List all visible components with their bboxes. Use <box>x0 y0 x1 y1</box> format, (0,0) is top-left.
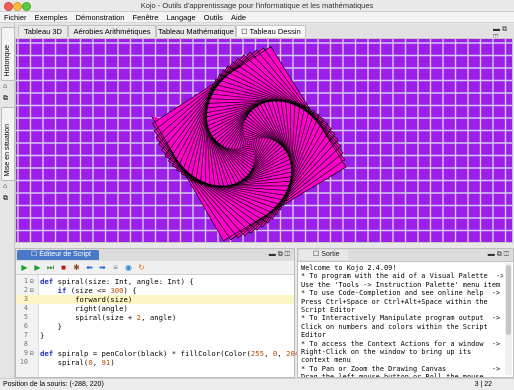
output-title-text: Sortie <box>321 251 340 258</box>
menu-demonstration[interactable]: Démonstration <box>72 12 127 22</box>
line-number: 8 <box>23 340 28 348</box>
scrollbar-thumb[interactable] <box>506 265 511 335</box>
output-window-controls[interactable]: ▬ ⧉ ◫ <box>488 251 509 259</box>
output-header: ☐ Sortie ▬ ⧉ ◫ <box>298 249 513 262</box>
line-number: 2 <box>23 286 28 294</box>
code-line[interactable]: 7} <box>16 331 294 340</box>
code-line[interactable]: 8 <box>16 340 294 349</box>
code-line[interactable]: 1 ⊟ def spiral(size: Int, angle: Int) { <box>16 277 294 286</box>
tab-3d[interactable]: Tableau 3D <box>18 25 68 37</box>
status-bar: Position de la souris: (-288, 220) 3 | 2… <box>0 378 514 390</box>
menu-fichier[interactable]: Fichier <box>0 12 29 22</box>
editor-window-controls[interactable]: ▬ ⧉ ◫ <box>269 251 290 259</box>
mouse-position: Position de la souris: (-288, 220) <box>3 381 104 388</box>
tab-dessin[interactable]: ☐ Tableau Dessin <box>236 25 306 37</box>
editor-title: ☐ Éditeur de Script <box>17 250 99 260</box>
drawing-canvas[interactable] <box>15 38 513 243</box>
menu-bar: Fichier Exemples Démonstration Fenêtre L… <box>0 12 514 23</box>
code-text: } <box>40 322 62 331</box>
code-text: } <box>40 331 45 340</box>
line-number: 5 <box>23 313 28 321</box>
code-text: forward(size) <box>40 295 133 304</box>
code-text: if (size <= 300) { <box>57 286 137 295</box>
web-icon[interactable]: ◉ <box>124 263 133 272</box>
menu-langage[interactable]: Langage <box>162 12 197 22</box>
run-worksheet-icon[interactable]: ▶ <box>33 263 42 272</box>
line-number: 6 <box>23 322 28 330</box>
float-icon[interactable]: ⧉ <box>3 195 8 203</box>
left-sidebar: Historique ⌂ ⧉ Mise en situation ⌂ ⧉ <box>0 23 15 378</box>
code-text: def spiral(size: Int, angle: Int) { <box>40 277 194 286</box>
code-text: right(angle) <box>40 304 128 313</box>
code-line[interactable]: 6 } <box>16 322 294 331</box>
code-editor[interactable]: 1 ⊟ def spiral(size: Int, angle: Int) {2 ⊟ … <box>16 275 308 377</box>
tab-aerobies[interactable]: Aérobies Arithmétiques <box>68 25 156 37</box>
menu-aide[interactable]: Aide <box>227 12 248 22</box>
output-tab-icon: ☐ <box>313 251 322 258</box>
window-title: Kojo - Outils d'apprentissage pour l'inf… <box>140 1 374 10</box>
code-line[interactable]: 3 forward(size) <box>16 295 294 304</box>
sidebar-tab-historique-label: Historique <box>4 45 11 77</box>
tab-dessin-label: Tableau Dessin <box>249 27 301 36</box>
code-line[interactable]: 5 spiral(size + 2, angle) <box>16 313 294 322</box>
sidebar-tab-historique[interactable]: Historique <box>1 27 15 81</box>
stop-icon[interactable]: ■ <box>59 263 68 272</box>
line-number: 1 <box>23 277 28 285</box>
editor-title-text: Éditeur de Script <box>39 251 91 258</box>
forward-arrow-icon[interactable]: ➡ <box>98 263 107 272</box>
code-text: spiral(0, 91) <box>40 358 115 367</box>
fold-icon[interactable]: ⊟ <box>30 277 34 286</box>
menu-fenetre[interactable]: Fenêtre <box>129 12 161 22</box>
fold-icon[interactable]: ⊟ <box>30 349 34 358</box>
editor-toolbar: ▶ ▶ ⏭ ■ ✱ ⬅ ➡ ≡ ◉ ↻ <box>16 261 294 275</box>
code-text: spiral(size + 2, angle) <box>40 313 177 322</box>
line-number: 10 <box>19 358 28 366</box>
drawing-svg <box>16 39 512 242</box>
line-number: 4 <box>23 304 28 312</box>
window-titlebar: Kojo - Outils d'apprentissage pour l'inf… <box>0 0 514 12</box>
menu-exemples[interactable]: Exemples <box>31 12 70 22</box>
line-number: 3 <box>23 295 28 303</box>
tab-math[interactable]: Tableau Mathématique <box>156 25 236 37</box>
code-text: def spiralp = penColor(black) * fillColo… <box>40 349 308 358</box>
bug-icon[interactable]: ✱ <box>72 263 81 272</box>
trace-icon[interactable]: ⏭ <box>46 263 55 272</box>
fold-icon[interactable]: ⊟ <box>30 286 34 295</box>
code-line[interactable]: 4 right(angle) <box>16 304 294 313</box>
run-icon[interactable]: ▶ <box>20 263 29 272</box>
float-icon[interactable]: ⧉ <box>3 95 8 103</box>
script-editor-panel: ☐ Éditeur de Script ▬ ⧉ ◫ ▶ ▶ ⏭ ■ ✱ ⬅ ➡ … <box>15 248 308 378</box>
line-number: 9 <box>23 349 28 357</box>
sidebar-tab-mise-en-situation[interactable]: Mise en situation <box>1 107 15 181</box>
restore-icon[interactable]: ⌂ <box>3 183 7 190</box>
output-title: ☐ Sortie <box>299 250 348 260</box>
restore-icon[interactable]: ⌂ <box>3 83 7 90</box>
output-panel: ☐ Sortie ▬ ⧉ ◫ Welcome to Kojo 2.4.09! *… <box>297 248 514 378</box>
code-line[interactable]: 10 spiral(0, 91) <box>16 358 294 367</box>
menu-outils[interactable]: Outils <box>200 12 225 22</box>
output-text[interactable]: Welcome to Kojo 2.4.09! * To program wit… <box>298 262 503 377</box>
output-scrollbar[interactable] <box>505 263 512 375</box>
code-line[interactable]: 9 ⊟ def spiralp = penColor(black) * fillCo… <box>16 349 308 358</box>
back-arrow-icon[interactable]: ⬅ <box>85 263 94 272</box>
line-number: 7 <box>23 331 28 339</box>
editor-tab-icon: ☐ <box>31 251 40 258</box>
canvas-tab-strip: Tableau 3D Aérobies Arithmétiques Tablea… <box>15 24 514 41</box>
sidebar-tab-mise-label: Mise en situation <box>4 124 11 177</box>
clear-icon[interactable]: ≡ <box>111 263 120 272</box>
code-line[interactable]: 2 ⊟ if (size <= 300) { <box>16 286 294 295</box>
caret-position: 3 | 22 <box>474 381 492 388</box>
format-icon[interactable]: ↻ <box>137 263 146 272</box>
